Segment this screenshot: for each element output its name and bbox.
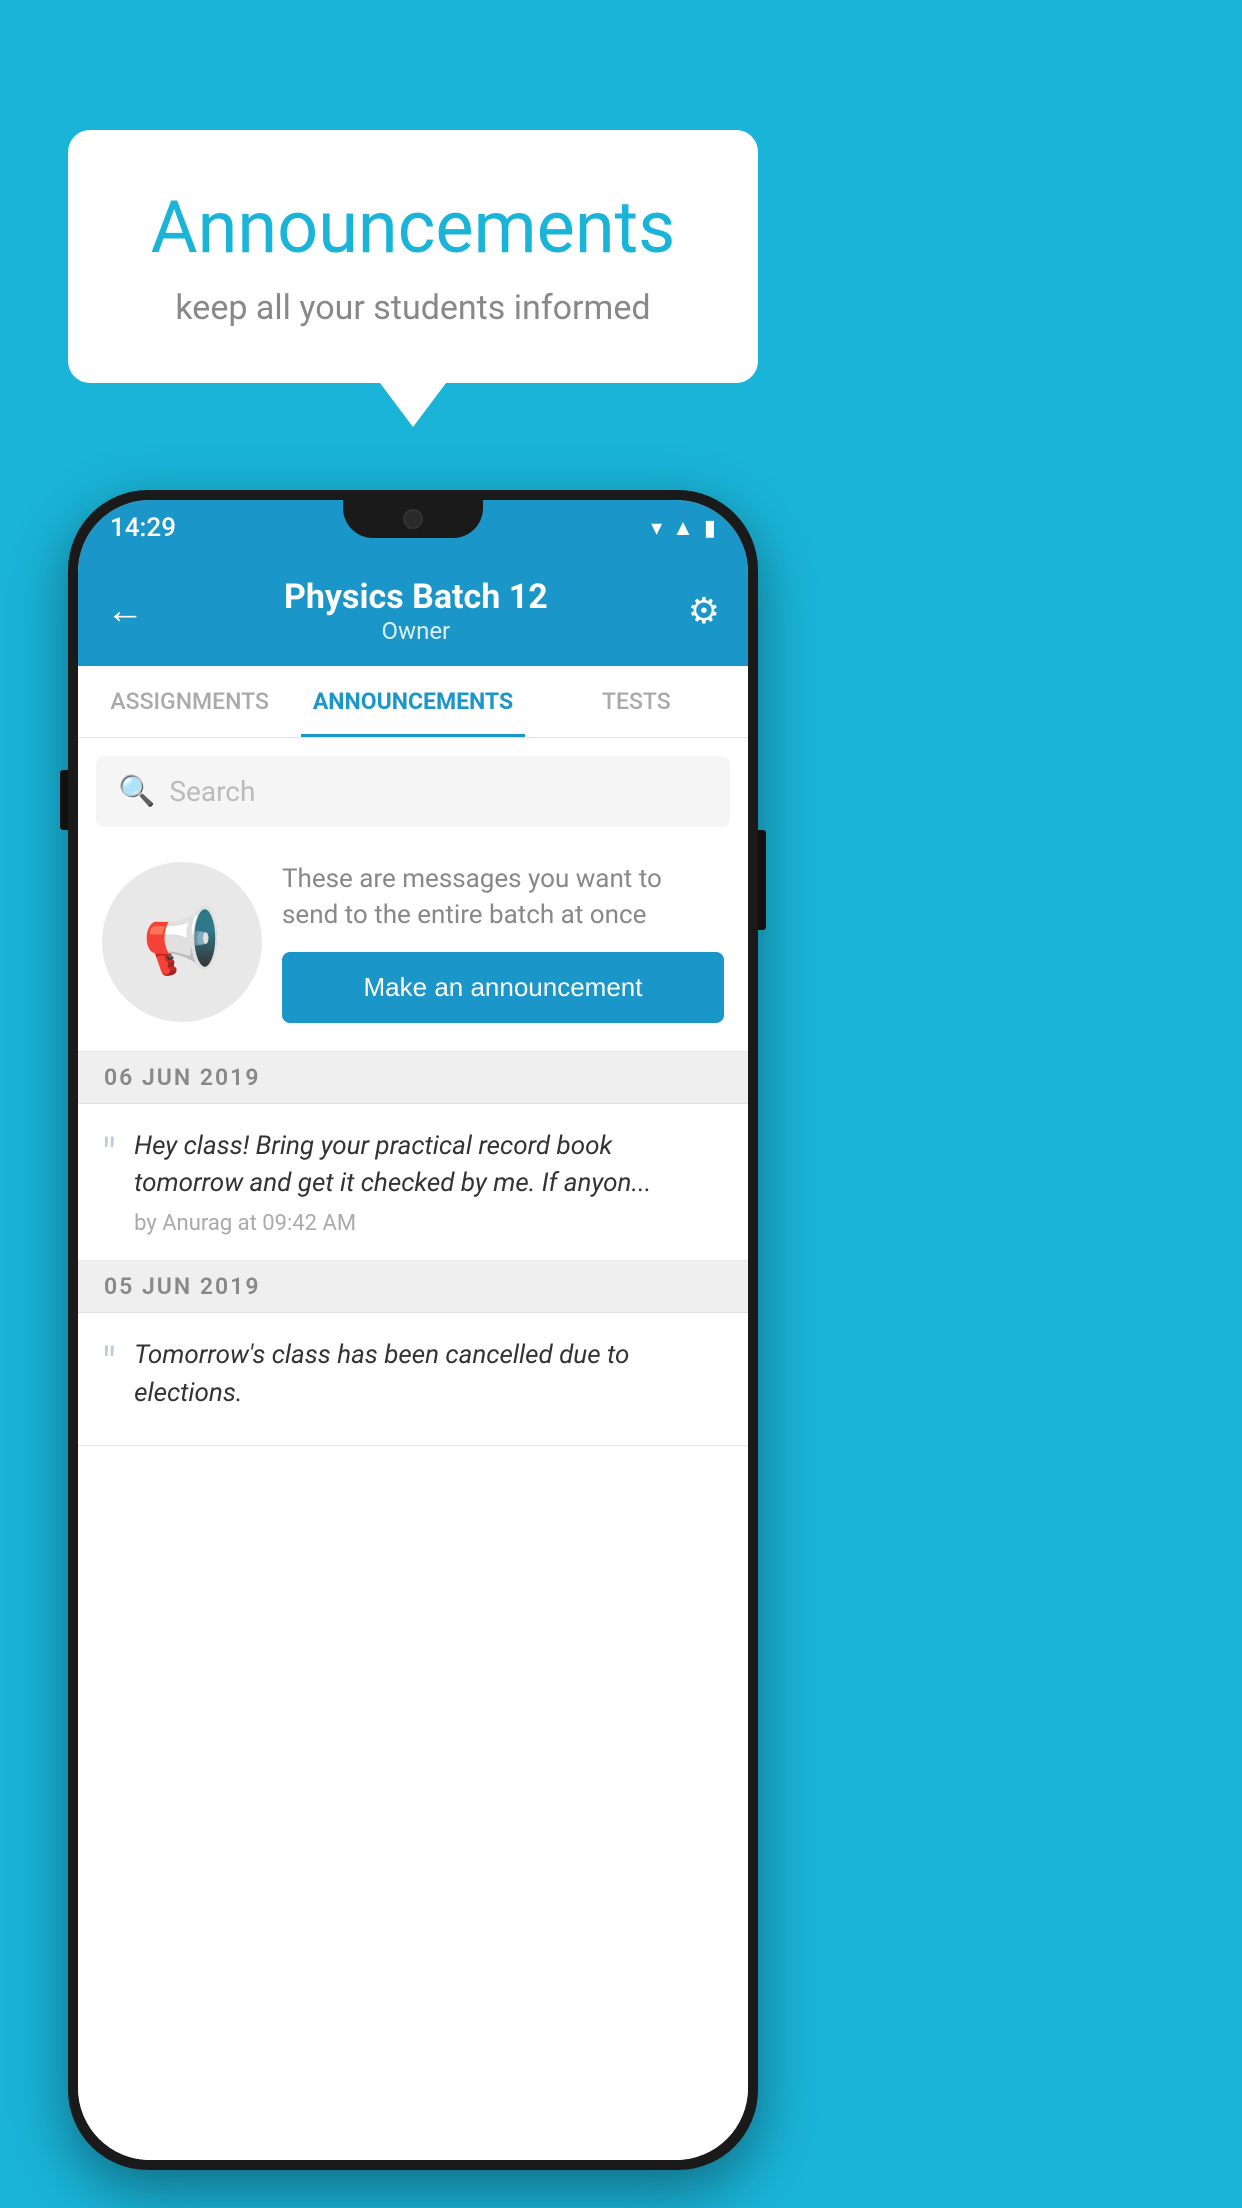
promo-block: 📢 These are messages you want to send to…: [78, 837, 748, 1052]
promo-right: These are messages you want to send to t…: [282, 861, 724, 1023]
quote-icon-2: ": [102, 1341, 116, 1385]
battery-icon: ▮: [704, 516, 716, 541]
status-icons: ▾ ▲ ▮: [651, 515, 716, 541]
app-header: ← Physics Batch 12 Owner ⚙: [78, 556, 748, 666]
announcement-content-1: Hey class! Bring your practical record b…: [134, 1128, 724, 1236]
back-button[interactable]: ←: [106, 589, 144, 633]
announcement-text-1: Hey class! Bring your practical record b…: [134, 1128, 724, 1203]
phone-wrapper: 14:29 ▾ ▲ ▮ ← Physics Batch 12 Owner ⚙: [68, 490, 758, 2170]
announcement-meta-1: by Anurag at 09:42 AM: [134, 1211, 724, 1236]
signal-icon: ▲: [672, 515, 694, 541]
status-time: 14:29: [110, 513, 176, 543]
tab-tests[interactable]: TESTS: [525, 666, 748, 737]
notch: [343, 500, 483, 538]
bubble-subtitle: keep all your students informed: [128, 288, 698, 328]
settings-button[interactable]: ⚙: [688, 590, 720, 632]
quote-icon: ": [102, 1132, 116, 1176]
speech-bubble: Announcements keep all your students inf…: [68, 130, 758, 383]
header-title-area: Physics Batch 12 Owner: [284, 577, 548, 645]
phone-screen: 14:29 ▾ ▲ ▮ ← Physics Batch 12 Owner ⚙: [78, 500, 748, 2160]
camera: [403, 509, 423, 529]
tab-assignments[interactable]: ASSIGNMENTS: [78, 666, 301, 737]
megaphone-icon: 📢: [142, 904, 222, 979]
batch-title: Physics Batch 12: [284, 577, 548, 617]
date-separator-2: 05 JUN 2019: [78, 1261, 748, 1313]
announcement-item-1[interactable]: " Hey class! Bring your practical record…: [78, 1104, 748, 1261]
announcement-text-2: Tomorrow's class has been cancelled due …: [134, 1337, 724, 1412]
search-icon: 🔍: [118, 774, 155, 809]
power-button: [758, 830, 766, 930]
announcement-content-2: Tomorrow's class has been cancelled due …: [134, 1337, 724, 1420]
promo-icon-circle: 📢: [102, 862, 262, 1022]
bubble-title: Announcements: [128, 185, 698, 270]
batch-subtitle: Owner: [284, 617, 548, 645]
tab-announcements[interactable]: ANNOUNCEMENTS: [301, 666, 524, 737]
volume-button: [60, 770, 68, 830]
wifi-icon: ▾: [651, 516, 662, 541]
phone-outer: 14:29 ▾ ▲ ▮ ← Physics Batch 12 Owner ⚙: [68, 490, 758, 2170]
content-area: 🔍 Search 📢 These are messages you want t…: [78, 738, 748, 2160]
search-placeholder: Search: [169, 775, 255, 808]
speech-bubble-container: Announcements keep all your students inf…: [68, 130, 758, 383]
promo-description: These are messages you want to send to t…: [282, 861, 724, 934]
date-separator-1: 06 JUN 2019: [78, 1052, 748, 1104]
search-bar[interactable]: 🔍 Search: [96, 756, 730, 827]
status-bar: 14:29 ▾ ▲ ▮: [78, 500, 748, 556]
make-announcement-button[interactable]: Make an announcement: [282, 952, 724, 1023]
announcement-item-2[interactable]: " Tomorrow's class has been cancelled du…: [78, 1313, 748, 1445]
tab-bar: ASSIGNMENTS ANNOUNCEMENTS TESTS: [78, 666, 748, 738]
